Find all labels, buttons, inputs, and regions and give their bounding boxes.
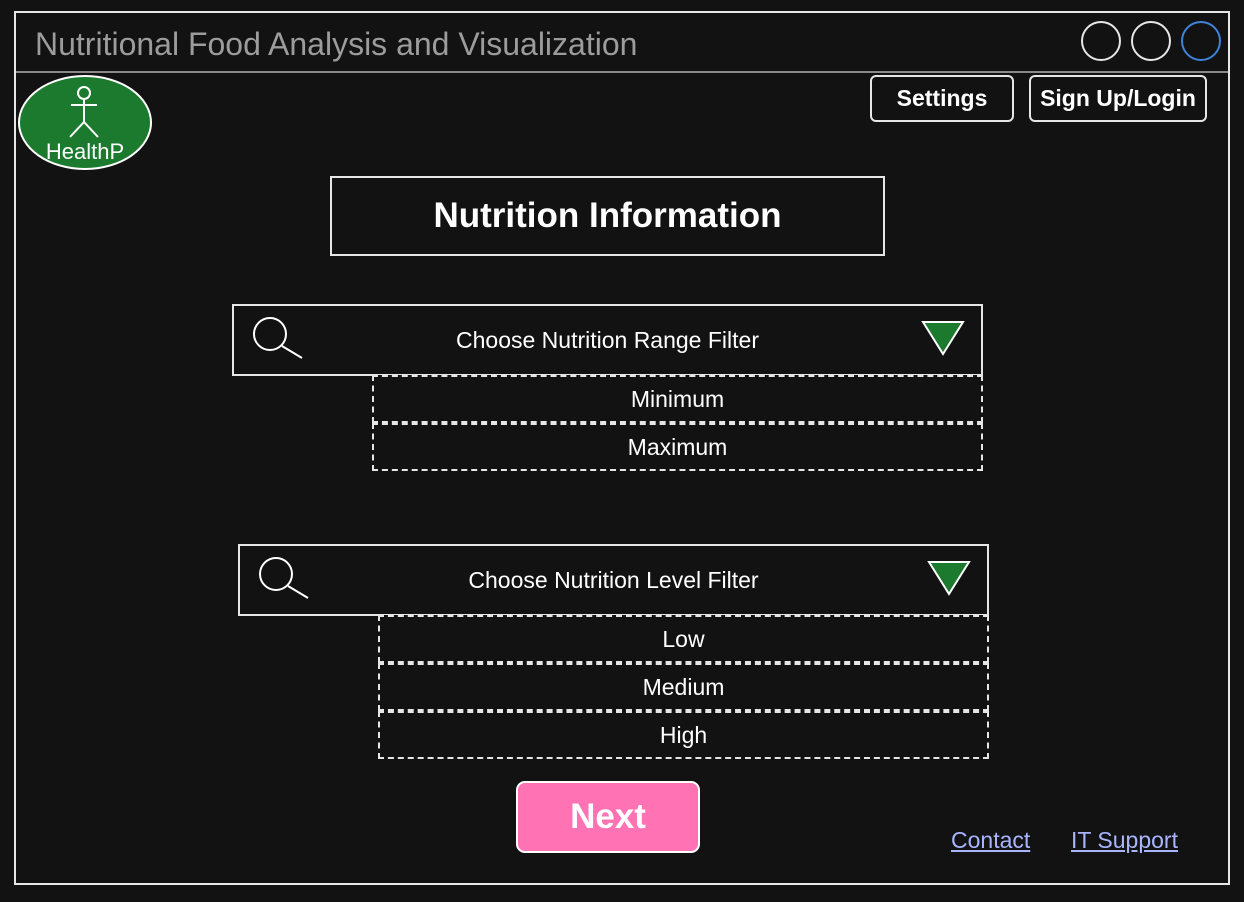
nutrition-range-filter-dropdown[interactable]: Choose Nutrition Range Filter bbox=[232, 304, 983, 376]
window-minimize-button[interactable] bbox=[1081, 21, 1121, 61]
dropdown-arrow-icon[interactable] bbox=[927, 560, 971, 596]
next-button[interactable]: Next bbox=[516, 781, 700, 853]
window-close-button[interactable] bbox=[1181, 21, 1221, 61]
level-option-medium[interactable]: Medium bbox=[378, 663, 989, 711]
nutrition-level-filter-dropdown[interactable]: Choose Nutrition Level Filter bbox=[238, 544, 989, 616]
title-bar: Nutritional Food Analysis and Visualizat… bbox=[16, 13, 1228, 73]
filter-label: Choose Nutrition Range Filter bbox=[456, 326, 759, 353]
range-option-maximum[interactable]: Maximum bbox=[372, 423, 983, 471]
sign-up-login-button[interactable]: Sign Up/Login bbox=[1029, 75, 1207, 122]
app-title: Nutritional Food Analysis and Visualizat… bbox=[35, 26, 638, 62]
range-option-minimum[interactable]: Minimum bbox=[372, 375, 983, 423]
dropdown-arrow-icon[interactable] bbox=[921, 320, 965, 356]
it-support-link[interactable]: IT Support bbox=[1071, 827, 1178, 854]
filter-label: Choose Nutrition Level Filter bbox=[468, 566, 759, 593]
contact-link[interactable]: Contact bbox=[951, 827, 1030, 854]
settings-button[interactable]: Settings bbox=[870, 75, 1014, 122]
healthp-logo: HealthP bbox=[18, 75, 152, 170]
window-maximize-button[interactable] bbox=[1131, 21, 1171, 61]
page-heading: Nutrition Information bbox=[330, 176, 885, 256]
level-option-high[interactable]: High bbox=[378, 711, 989, 759]
level-option-low[interactable]: Low bbox=[378, 615, 989, 663]
logo-text: HealthP bbox=[45, 139, 125, 164]
